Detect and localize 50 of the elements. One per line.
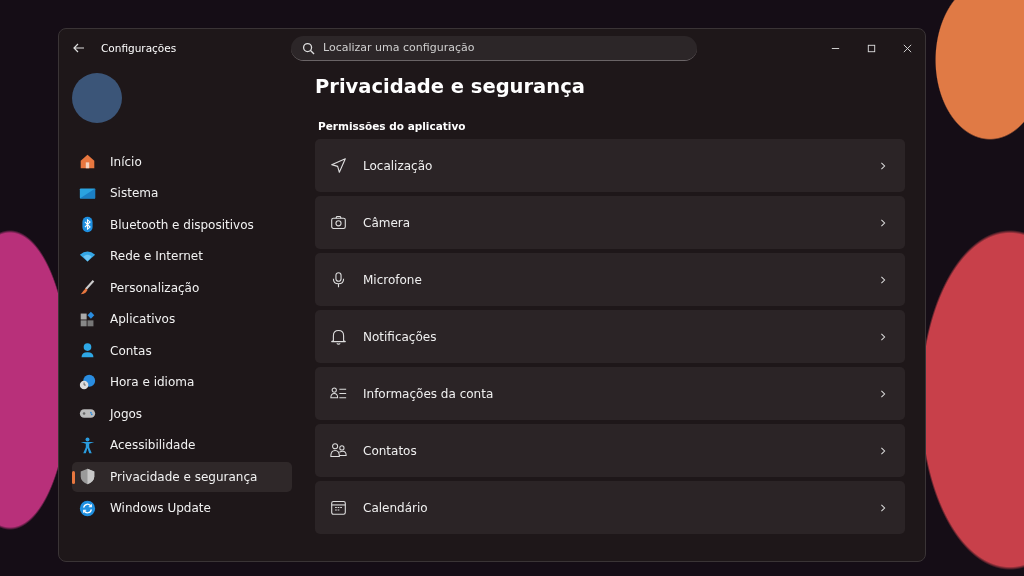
chevron-right-icon	[879, 160, 887, 171]
globe-clock-icon	[79, 373, 96, 391]
sync-icon	[79, 499, 96, 517]
sidebar-item[interactable]: Início	[72, 147, 292, 177]
microphone-icon	[330, 271, 347, 288]
close-icon	[901, 42, 913, 54]
chevron-right-icon	[879, 445, 887, 456]
calendar-icon	[330, 499, 347, 516]
sidebar-item[interactable]: Privacidade e segurança	[72, 462, 292, 492]
apps-icon	[79, 310, 96, 328]
settings-row[interactable]: Localização	[315, 139, 905, 192]
settings-row[interactable]: Câmera	[315, 196, 905, 249]
avatar[interactable]	[72, 73, 122, 123]
sidebar-item[interactable]: Windows Update	[72, 493, 292, 523]
chevron-right-icon	[879, 274, 887, 285]
camera-icon	[330, 214, 347, 231]
house-icon	[79, 153, 96, 171]
shield-icon	[79, 468, 96, 486]
sidebar-item[interactable]: Jogos	[72, 399, 292, 429]
settings-row[interactable]: Contatos	[315, 424, 905, 477]
chevron-right-icon	[879, 217, 887, 228]
person-icon	[79, 342, 96, 360]
accessibility-icon	[79, 436, 96, 454]
settings-row[interactable]: Notificações	[315, 310, 905, 363]
bell-icon	[330, 328, 347, 345]
sidebar-item[interactable]: Sistema	[72, 178, 292, 208]
sidebar-item[interactable]: Contas	[72, 336, 292, 366]
page-title: Privacidade e segurança	[315, 75, 586, 98]
sidebar-item[interactable]: Hora e idioma	[72, 367, 292, 397]
window-title: Configurações	[101, 42, 178, 54]
sidebar-item[interactable]: Personalização	[72, 273, 292, 303]
sidebar-item[interactable]: Rede e Internet	[72, 241, 292, 271]
section-heading: Permissões do aplicativo	[318, 120, 467, 132]
search-icon	[302, 41, 315, 55]
selection-indicator	[72, 471, 75, 484]
sidebar-item[interactable]: Acessibilidade	[72, 430, 292, 460]
search-field[interactable]: Localizar uma configuração	[291, 35, 697, 61]
navigation-arrow-icon	[330, 157, 347, 174]
people-icon	[330, 442, 347, 459]
sidebar-item[interactable]: Bluetooth e dispositivos	[72, 210, 292, 240]
settings-row[interactable]: Microfone	[315, 253, 905, 306]
settings-row[interactable]: Informações da conta	[315, 367, 905, 420]
brush-icon	[79, 279, 96, 297]
chevron-right-icon	[879, 502, 887, 513]
chevron-right-icon	[879, 388, 887, 399]
sidebar-item[interactable]: Aplicativos	[72, 304, 292, 334]
settings-row[interactable]: Calendário	[315, 481, 905, 534]
chevron-right-icon	[879, 331, 887, 342]
bluetooth-icon	[79, 216, 96, 234]
maximize-icon	[865, 42, 877, 54]
